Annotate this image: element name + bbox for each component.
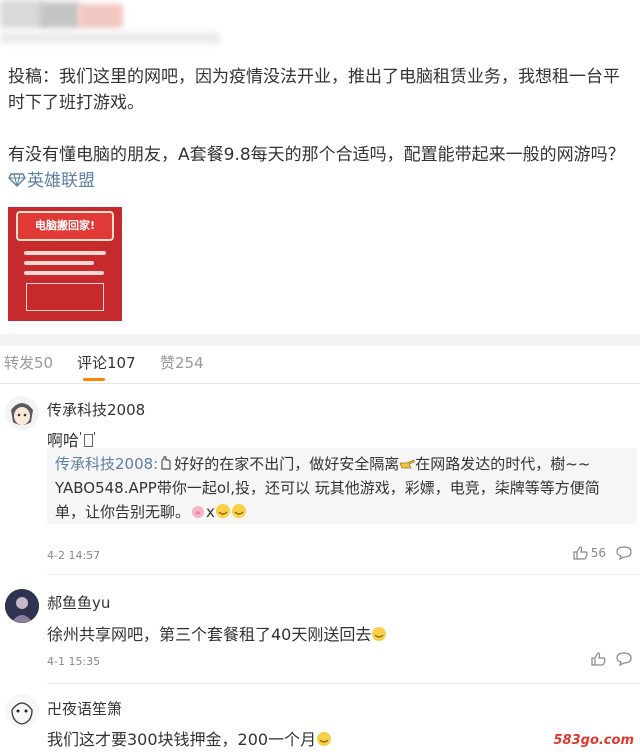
comment-item: 卍夜语笙箫 我们这才要300块钱押金，200一个月 [0,690,640,756]
comment-text: 我们这才要300块钱押金，200一个月 [47,726,332,750]
avatar[interactable] [5,396,39,430]
blurred-avatar [0,0,45,28]
like-button[interactable]: 56 [573,546,606,560]
reply-username[interactable]: 传承科技2008: [55,455,158,473]
grin-emoji-icon [317,732,332,746]
hand-emoji-icon [161,456,171,470]
smile-emoji-icon [215,504,230,518]
missing-glyph-icon [84,434,94,447]
poster-title: 电脑搬回家! [34,219,96,232]
comment-username[interactable]: 卍夜语笙箫 [47,698,122,719]
topic-link[interactable]: 英雄联盟 [8,171,95,191]
pointing-hand-emoji-icon [399,459,415,469]
reply-text: 单，让你告别无聊。 [55,503,191,521]
apostrophe-glyph: ' [79,430,83,443]
blurred-user-header [0,0,640,50]
comment-text-value: 我们这才要300块钱押金，200一个月 [47,730,317,749]
section-separator [0,334,640,346]
reply-text: 好好的在家不出门，做好安全隔离 [174,455,400,473]
grin-emoji-icon [372,627,387,641]
portrait-avatar-icon [5,589,39,623]
comment-text-value: 徐州共享网吧，第三个套餐租了40天刚送回去 [47,625,372,644]
reply-line-2: YABO548.APP带你一起ol,投，还可以 玩其他游戏，彩嫖，电竞，柒牌等等… [55,479,600,497]
tab-repost[interactable]: 转发50 [4,352,53,373]
tab-active-indicator [83,378,105,381]
pig-emoji-icon [192,506,205,518]
comment-item: 传承科技2008 啊哈' ' 传承科技2008: 好好的在家不出门，做好安全隔离 在网… [0,390,640,575]
site-watermark: 583go.com [553,733,635,748]
topic-link-label: 英雄联盟 [27,171,95,191]
anime-avatar-icon [5,396,39,430]
comment-time: 4-1 15:35 [47,655,101,668]
like-count: 56 [590,546,606,560]
poster-box [26,283,104,311]
comment-bubble-icon [616,652,632,666]
poster-text-line [24,251,106,255]
like-button[interactable] [591,652,606,666]
poster-text-line [24,271,104,275]
comment-actions: 56 [573,546,632,560]
comment-actions [591,652,632,666]
reply-line-1: 传承科技2008: 好好的在家不出门，做好安全隔离 在网路发达的时代，樹~~ [55,452,629,476]
post-paragraph-2: 有没有懂电脑的朋友，A套餐9.8每天的那个合适吗，配置能带起来一般的网游吗？ 英雄… [8,142,633,194]
comment-time: 4-2 14:57 [47,549,101,562]
avatar[interactable] [5,694,39,728]
comment-bubble-icon [616,546,632,560]
divider [47,683,640,684]
reply-text: x [206,503,215,521]
blurred-username [0,32,220,44]
post-image[interactable]: 电脑搬回家! [8,207,122,321]
reply-box[interactable]: 传承科技2008: 好好的在家不出门，做好安全隔离 在网路发达的时代，樹~~ YAB… [47,448,637,524]
comment-item: 郝鱼鱼yu 徐州共享网吧，第三个套餐租了40天刚送回去 4-1 15:35 [0,580,640,684]
thumbs-up-icon [591,652,606,666]
tab-comments[interactable]: 评论107 [77,352,136,373]
comment-text: 徐州共享网吧，第三个套餐租了40天刚送回去 [47,621,387,645]
reply-line-3: 单，让你告别无聊。 x [55,500,629,524]
reply-button[interactable] [616,652,632,666]
post-tabs: 转发50 评论107 赞254 [0,346,640,384]
post-paragraph-1: 投稿：我们这里的网吧，因为疫情没法开业，推出了电脑租赁业务，我想租一台平时下了班… [8,67,620,113]
smile-emoji-icon [231,504,246,518]
apostrophe-glyph: ' [93,430,97,443]
comment-username[interactable]: 传承科技2008 [47,399,145,420]
reply-button[interactable] [616,546,632,560]
diamond-icon [8,173,26,187]
avatar[interactable] [5,589,39,623]
post-question: 有没有懂电脑的朋友，A套餐9.8每天的那个合适吗，配置能带起来一般的网游吗？ [8,145,625,165]
blurred-avatar-3 [78,4,123,28]
blurred-avatar-2 [40,2,80,28]
sketch-avatar-icon [5,694,39,728]
reply-text: 在网路发达的时代，樹~~ [415,455,591,473]
comment-username[interactable]: 郝鱼鱼yu [47,592,110,613]
divider [47,574,640,575]
tab-likes[interactable]: 赞254 [160,352,204,373]
thumbs-up-icon [573,546,588,560]
poster-text-line [24,261,94,265]
